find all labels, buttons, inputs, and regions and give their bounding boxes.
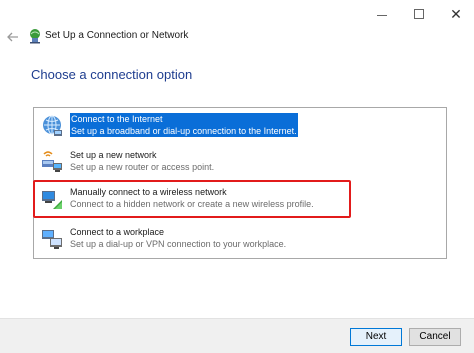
page-heading: Choose a connection option [31,67,193,82]
option-description: Connect to a hidden network or create a … [70,199,314,209]
option-description: Set up a broadband or dial-up connection… [71,126,297,136]
back-button[interactable] [4,29,22,45]
option-new-network[interactable]: Set up a new network Set up a new router… [34,148,446,176]
option-description: Set up a new router or access point. [70,162,215,172]
dialog-footer: Next Cancel [0,318,474,353]
minimize-button[interactable] [370,4,394,24]
connection-options-list: Connect to the Internet Set up a broadba… [33,107,447,259]
close-icon: ✕ [450,6,462,22]
globe-network-icon [40,114,64,138]
option-description: Set up a dial-up or VPN connection to yo… [70,239,287,249]
next-button[interactable]: Next [350,328,402,346]
network-setup-icon [27,28,43,44]
minimize-icon [377,15,387,16]
option-manual-wireless[interactable]: Manually connect to a wireless network C… [34,185,446,213]
option-title: Set up a new network [70,150,157,160]
setup-connection-window: ✕ Set Up a Connection or Network Choose … [0,0,474,353]
option-connect-workplace[interactable]: Connect to a workplace Set up a dial-up … [34,225,446,253]
maximize-icon [414,9,424,19]
cancel-button[interactable]: Cancel [409,328,461,346]
option-title: Connect to a workplace [70,227,165,237]
maximize-button[interactable] [407,4,431,24]
back-arrow-icon [7,32,18,42]
close-button[interactable]: ✕ [444,4,468,24]
router-icon [40,150,64,174]
workplace-vpn-icon [40,227,64,251]
option-connect-internet[interactable]: Connect to the Internet Set up a broadba… [34,112,446,140]
option-title: Connect to the Internet [71,114,163,124]
wireless-network-icon [40,187,64,211]
window-title: Set Up a Connection or Network [45,30,189,41]
option-title: Manually connect to a wireless network [70,187,227,197]
